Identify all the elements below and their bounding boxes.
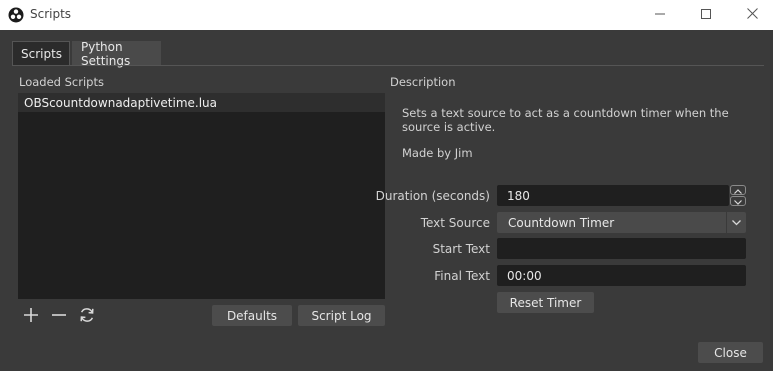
button-label: Script Log <box>311 308 372 323</box>
tab-label: Python Settings <box>81 39 131 68</box>
add-script-button[interactable] <box>20 305 42 327</box>
title-bar: Scripts <box>0 0 773 30</box>
duration-label: Duration (seconds) <box>375 189 490 203</box>
plus-icon <box>23 307 39 326</box>
tab-scripts[interactable]: Scripts <box>12 41 70 65</box>
close-icon <box>746 8 758 22</box>
window-title: Scripts <box>30 7 72 21</box>
duration-value: 180 <box>507 188 530 203</box>
final-text-label: Final Text <box>434 269 490 283</box>
duration-stepper[interactable] <box>730 185 746 206</box>
start-text-label: Start Text <box>432 242 490 256</box>
script-description: Sets a text source to act as a countdown… <box>402 106 729 134</box>
refresh-icon <box>78 306 96 327</box>
close-button[interactable]: Close <box>698 342 763 363</box>
script-filename: OBScountdownadaptivetime.lua <box>24 95 218 110</box>
list-item[interactable]: OBScountdownadaptivetime.lua <box>18 93 385 112</box>
script-log-button[interactable]: Script Log <box>298 305 385 326</box>
chevron-down-icon <box>726 212 746 233</box>
minus-icon <box>51 307 67 326</box>
button-label: Close <box>714 345 747 360</box>
maximize-button[interactable] <box>683 0 729 30</box>
minimize-button[interactable] <box>637 0 683 30</box>
tab-python-settings[interactable]: Python Settings <box>72 39 161 68</box>
button-label: Reset Timer <box>509 295 582 310</box>
loaded-scripts-list[interactable]: OBScountdownadaptivetime.lua <box>18 93 385 299</box>
duration-input[interactable]: 180 <box>497 185 729 206</box>
text-source-select[interactable]: Countdown Timer <box>497 212 746 233</box>
window-close-button[interactable] <box>729 0 773 30</box>
description-label: Description <box>390 75 456 89</box>
final-text-value: 00:00 <box>507 268 542 283</box>
reload-scripts-button[interactable] <box>76 305 98 327</box>
text-source-label: Text Source <box>420 216 490 230</box>
stepper-down-button[interactable] <box>730 196 746 206</box>
text-source-value: Countdown Timer <box>508 215 615 230</box>
tab-divider <box>12 65 764 66</box>
minimize-icon <box>655 8 665 22</box>
start-text-input[interactable] <box>497 238 746 259</box>
tab-label: Scripts <box>21 46 63 61</box>
maximize-icon <box>701 8 711 22</box>
reset-timer-button[interactable]: Reset Timer <box>497 292 594 313</box>
final-text-input[interactable]: 00:00 <box>497 265 746 286</box>
chevron-down-icon <box>734 194 742 208</box>
script-author: Made by Jim <box>402 146 473 160</box>
button-label: Defaults <box>226 308 278 323</box>
loaded-scripts-label: Loaded Scripts <box>19 75 104 89</box>
defaults-button[interactable]: Defaults <box>212 305 292 326</box>
remove-script-button[interactable] <box>48 305 70 327</box>
obs-logo-icon <box>8 7 24 23</box>
